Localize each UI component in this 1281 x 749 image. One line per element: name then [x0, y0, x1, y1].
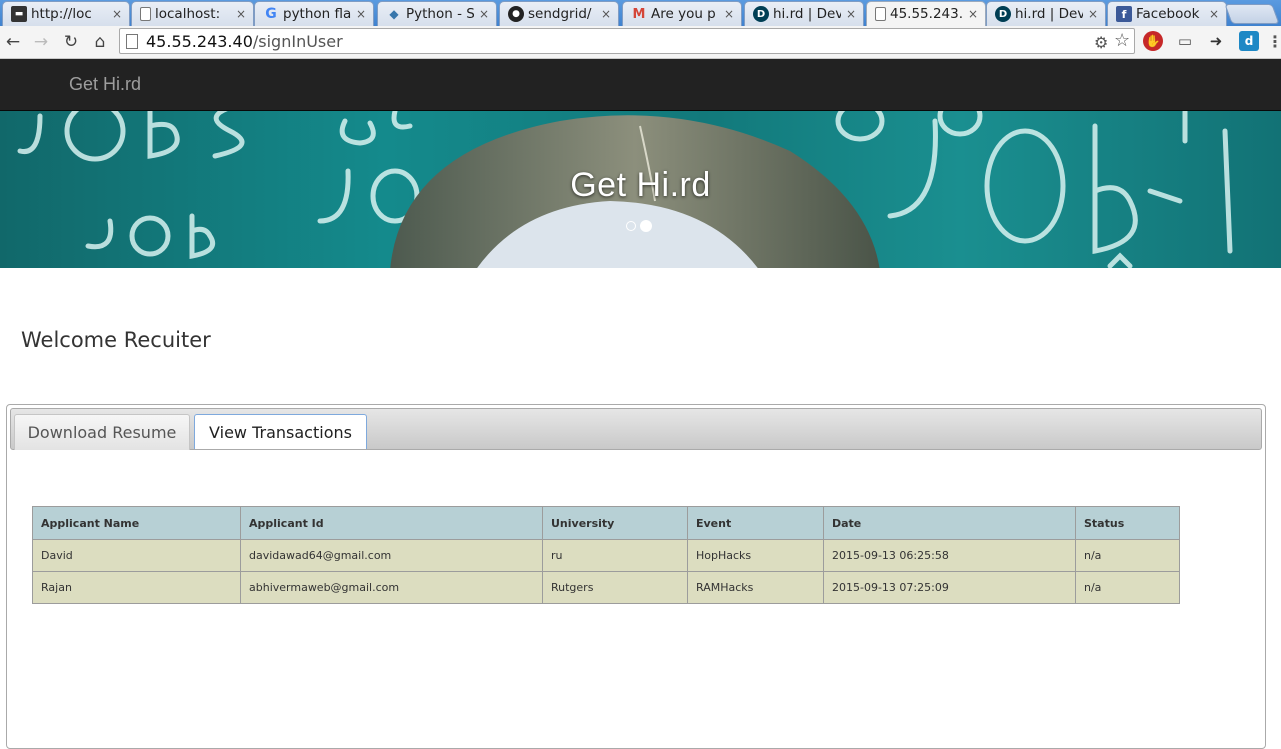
- python-icon: ◆: [389, 7, 399, 21]
- column-header: Date: [823, 506, 1076, 540]
- devpost-icon: D: [753, 6, 769, 22]
- browser-tab-title: hi.rd | Dev: [773, 6, 841, 22]
- carousel-indicator-active[interactable]: [640, 220, 652, 232]
- facebook-icon: f: [1116, 6, 1132, 22]
- carousel-indicator[interactable]: [626, 221, 636, 231]
- close-icon[interactable]: ×: [967, 7, 979, 21]
- menu-icon[interactable]: ⋮: [1265, 31, 1281, 51]
- browser-tab-title: http://loc: [31, 6, 92, 22]
- hero-title: Get Hi.rd: [570, 166, 711, 204]
- sign-in-icon[interactable]: ➜: [1206, 31, 1226, 51]
- column-header: Event: [687, 506, 824, 540]
- close-icon[interactable]: ×: [1208, 7, 1220, 21]
- browser-tab[interactable]: D hi.rd | Dev ×: [744, 1, 864, 26]
- dashlane-icon[interactable]: d: [1239, 31, 1259, 51]
- key-icon[interactable]: ⚙: [1094, 33, 1108, 52]
- table-cell: Rajan: [32, 571, 241, 604]
- close-icon[interactable]: ×: [1087, 7, 1099, 21]
- close-icon[interactable]: ×: [355, 7, 367, 21]
- close-icon[interactable]: ×: [723, 7, 735, 21]
- close-icon[interactable]: ×: [845, 7, 857, 21]
- browser-tab[interactable]: M Are you p ×: [622, 1, 742, 26]
- site-navbar: Get Hi.rd: [0, 59, 1281, 111]
- table-header-row: Applicant Name Applicant Id University E…: [32, 506, 1180, 540]
- browser-tab-title: sendgrid/: [528, 6, 592, 22]
- column-header: Status: [1075, 506, 1180, 540]
- welcome-heading: Welcome Recuiter: [21, 328, 211, 352]
- tab-download-resume[interactable]: Download Resume: [14, 414, 190, 450]
- page-icon: [875, 7, 886, 21]
- table-cell: 2015-09-13 06:25:58: [823, 539, 1076, 572]
- table-cell: ru: [542, 539, 688, 572]
- adblock-icon[interactable]: ✋: [1143, 31, 1163, 51]
- browser-tab-active[interactable]: 45.55.243. ×: [866, 1, 986, 26]
- browser-tab-title: hi.rd | Dev: [1015, 6, 1083, 22]
- browser-tab-title: Python - S: [406, 6, 474, 22]
- browser-tab-strip: ▬ http://loc × localhost: × G python fla…: [0, 0, 1281, 26]
- carousel-indicators: [626, 220, 652, 232]
- browser-tab[interactable]: localhost: ×: [131, 1, 254, 26]
- browser-tab[interactable]: G python fla ×: [254, 1, 374, 26]
- table-cell: David: [32, 539, 241, 572]
- table-row: Rajan abhivermaweb@gmail.com Rutgers RAM…: [32, 571, 1180, 604]
- back-arrow-icon[interactable]: ←: [2, 31, 24, 53]
- close-icon[interactable]: ×: [478, 7, 490, 21]
- hero-carousel: Get Hi.rd: [0, 111, 1281, 268]
- browser-tab[interactable]: D hi.rd | Dev ×: [986, 1, 1106, 26]
- tab-view-transactions[interactable]: View Transactions: [194, 414, 367, 449]
- table-row: David davidawad64@gmail.com ru HopHacks …: [32, 539, 1180, 572]
- forward-arrow-icon[interactable]: →: [30, 31, 52, 53]
- table-cell: HopHacks: [687, 539, 824, 572]
- browser-tab-title: Facebook: [1136, 6, 1200, 22]
- google-icon: G: [265, 6, 277, 22]
- browser-tab[interactable]: ● sendgrid/ ×: [499, 1, 619, 26]
- column-header: Applicant Name: [32, 506, 241, 540]
- browser-tab-title: 45.55.243.: [890, 6, 963, 22]
- table-cell: n/a: [1075, 539, 1180, 572]
- transactions-table: Applicant Name Applicant Id University E…: [32, 506, 1180, 604]
- tabs-header: Download Resume View Transactions: [10, 408, 1262, 450]
- star-icon[interactable]: ☆: [1114, 30, 1130, 51]
- github-icon: ●: [508, 6, 524, 22]
- browser-toolbar: ← → ↻ ⌂ 45.55.243.40/signInUser ⚙ ☆ ✋ ▭ …: [0, 26, 1281, 59]
- url-path: /signInUser: [252, 32, 343, 51]
- cast-icon[interactable]: ▭: [1175, 31, 1195, 51]
- column-header: University: [542, 506, 688, 540]
- close-icon[interactable]: ×: [111, 7, 123, 21]
- table-cell: abhivermaweb@gmail.com: [240, 571, 543, 604]
- table-cell: n/a: [1075, 571, 1180, 604]
- column-header: Applicant Id: [240, 506, 543, 540]
- home-icon[interactable]: ⌂: [89, 31, 111, 53]
- page-icon: [126, 34, 138, 49]
- terminal-icon: ▬: [11, 6, 27, 22]
- table-cell: RAMHacks: [687, 571, 824, 604]
- navbar-brand[interactable]: Get Hi.rd: [69, 74, 141, 95]
- table-cell: davidawad64@gmail.com: [240, 539, 543, 572]
- close-icon[interactable]: ×: [600, 7, 612, 21]
- reload-icon[interactable]: ↻: [60, 31, 82, 53]
- devpost-icon: D: [995, 6, 1011, 22]
- page-icon: [140, 7, 151, 21]
- browser-tab[interactable]: f Facebook ×: [1107, 1, 1227, 26]
- address-bar[interactable]: 45.55.243.40/signInUser ⚙ ☆: [119, 28, 1135, 54]
- url-text: 45.55.243.40/signInUser: [146, 32, 343, 51]
- table-cell: Rutgers: [542, 571, 688, 604]
- browser-tab-title: python fla: [283, 6, 351, 22]
- browser-tab-title: Are you p: [651, 6, 716, 22]
- new-tab-button[interactable]: [1224, 4, 1280, 24]
- table-cell: 2015-09-13 07:25:09: [823, 571, 1076, 604]
- browser-tab[interactable]: ◆ Python - S ×: [377, 1, 497, 26]
- browser-tab-title: localhost:: [155, 6, 221, 22]
- close-icon[interactable]: ×: [235, 7, 247, 21]
- gmail-icon: M: [632, 6, 646, 22]
- url-host: 45.55.243.40: [146, 32, 253, 51]
- browser-tab[interactable]: ▬ http://loc ×: [2, 1, 130, 26]
